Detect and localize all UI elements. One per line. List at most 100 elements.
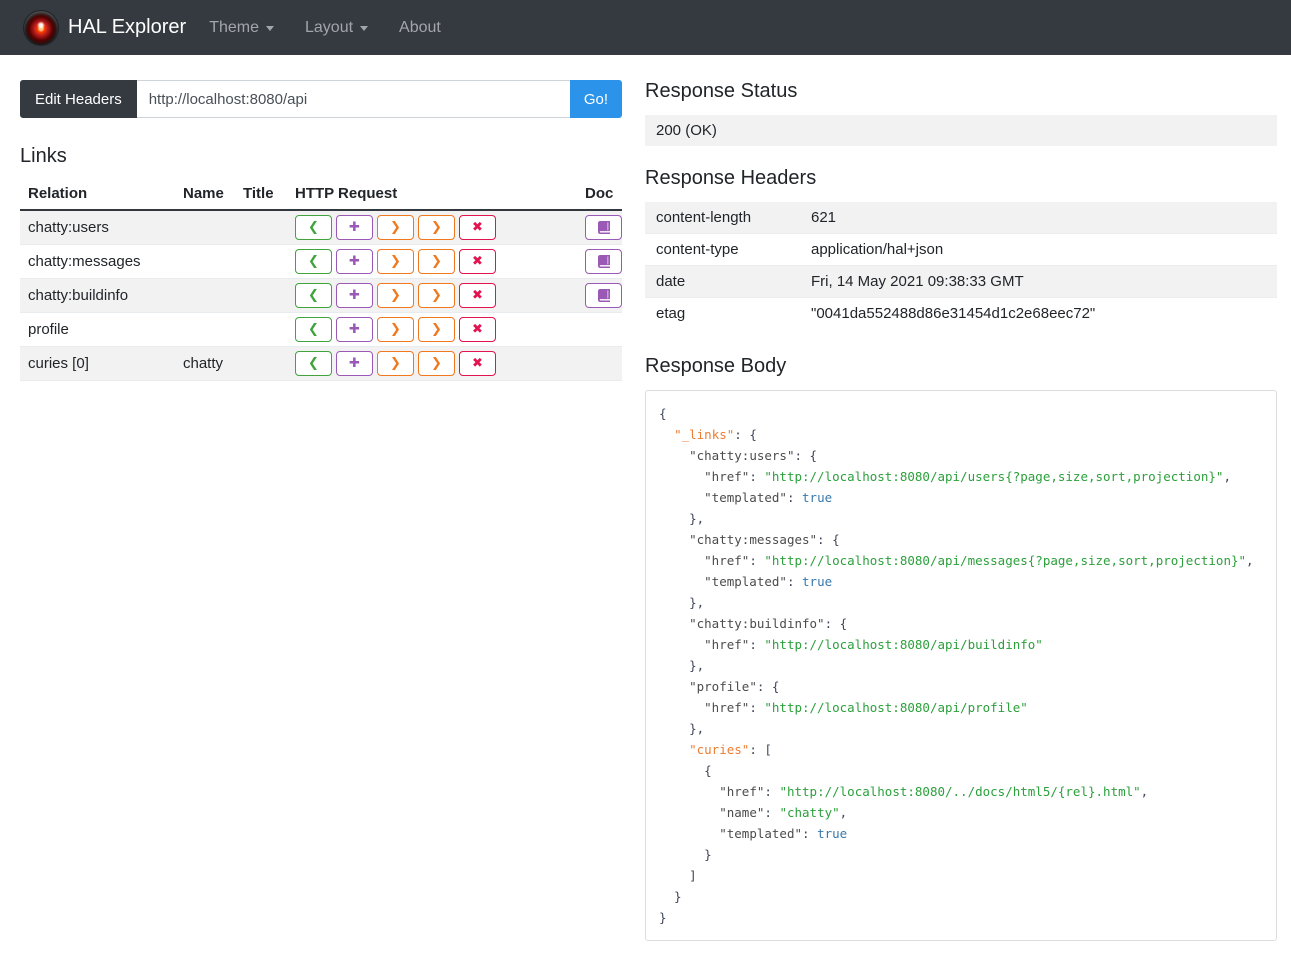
title-cell xyxy=(235,313,287,347)
app-title: HAL Explorer xyxy=(68,16,187,38)
patch-button[interactable]: ❯ xyxy=(418,283,455,308)
post-button[interactable]: ✚ xyxy=(336,351,373,376)
url-input[interactable] xyxy=(136,80,570,118)
links-heading: Links xyxy=(20,145,67,167)
name-cell xyxy=(175,279,235,313)
column-http-request: HTTP Request xyxy=(287,178,577,211)
relation-cell: chatty:users xyxy=(28,219,109,236)
title-cell xyxy=(235,279,287,313)
link-row: chatty:buildinfo ❮ ✚ ❯ ❯ ✖ xyxy=(20,278,622,313)
response-body-box: { "_links": { "chatty:users": { "href": … xyxy=(645,390,1277,941)
title-cell xyxy=(235,210,287,245)
app-brand[interactable]: HAL Explorer xyxy=(24,10,187,45)
header-value: 621 xyxy=(811,209,837,226)
doc-cell xyxy=(577,245,622,279)
nav-item-theme[interactable]: Theme xyxy=(209,19,274,37)
response-header-row: date Fri, 14 May 2021 09:38:33 GMT xyxy=(645,265,1277,298)
post-button[interactable]: ✚ xyxy=(336,215,373,240)
header-key: etag xyxy=(656,305,686,322)
link-row: chatty:users ❮ ✚ ❯ ❯ ✖ xyxy=(20,210,622,245)
response-header-row: etag "0041da552488d86e31454d1c2e68eec72" xyxy=(645,297,1277,330)
header-value: application/hal+json xyxy=(811,241,944,258)
doc-button[interactable] xyxy=(585,249,622,274)
navbar: HAL Explorer Theme Layout About xyxy=(0,0,1291,55)
response-panel: Response Status 200 (OK) Response Header… xyxy=(645,80,1277,941)
post-button[interactable]: ✚ xyxy=(336,317,373,342)
response-status-heading: Response Status xyxy=(645,80,798,102)
get-button[interactable]: ❮ xyxy=(295,317,332,342)
title-cell xyxy=(235,245,287,279)
get-button[interactable]: ❮ xyxy=(295,215,332,240)
hal-eye-icon xyxy=(24,10,58,45)
request-bar: Edit Headers Go! xyxy=(20,80,622,118)
http-request-cell: ❮ ✚ ❯ ❯ ✖ xyxy=(287,210,577,245)
request-and-links-panel: Edit Headers Go! Links Relation Name Tit… xyxy=(20,80,622,381)
http-request-cell: ❮ ✚ ❯ ❯ ✖ xyxy=(287,347,577,381)
patch-button[interactable]: ❯ xyxy=(418,351,455,376)
put-button[interactable]: ❯ xyxy=(377,249,414,274)
patch-button[interactable]: ❯ xyxy=(418,317,455,342)
navbar-menu: Theme Layout About xyxy=(209,19,441,37)
patch-button[interactable]: ❯ xyxy=(418,249,455,274)
post-button[interactable]: ✚ xyxy=(336,249,373,274)
http-request-cell: ❮ ✚ ❯ ❯ ✖ xyxy=(287,313,577,347)
relation-cell: chatty:messages xyxy=(28,253,141,270)
link-row: chatty:messages ❮ ✚ ❯ ❯ ✖ xyxy=(20,244,622,279)
response-header-row: content-type application/hal+json xyxy=(645,233,1277,266)
patch-button[interactable]: ❯ xyxy=(418,215,455,240)
delete-button[interactable]: ✖ xyxy=(459,351,496,376)
relation-cell: chatty:buildinfo xyxy=(28,287,129,304)
put-button[interactable]: ❯ xyxy=(377,351,414,376)
doc-cell xyxy=(577,313,622,347)
response-status-row: 200 (OK) xyxy=(645,115,1277,146)
doc-cell xyxy=(577,210,622,245)
column-doc: Doc xyxy=(577,178,622,211)
put-button[interactable]: ❯ xyxy=(377,215,414,240)
links-table-header-row: Relation Name Title HTTP Request Doc xyxy=(20,178,622,211)
header-key: date xyxy=(656,273,686,290)
get-button[interactable]: ❮ xyxy=(295,249,332,274)
response-body-heading: Response Body xyxy=(645,355,787,377)
link-row: curies [0] chatty ❮ ✚ ❯ ❯ ✖ xyxy=(20,346,622,381)
title-cell xyxy=(235,347,287,381)
response-headers-table: content-length 621 content-type application… xyxy=(645,202,1277,329)
name-cell xyxy=(175,245,235,279)
get-button[interactable]: ❮ xyxy=(295,351,332,376)
doc-book-icon xyxy=(597,289,610,302)
name-cell: chatty xyxy=(183,355,224,372)
header-key: content-type xyxy=(656,241,739,258)
doc-cell xyxy=(577,279,622,313)
doc-button[interactable] xyxy=(585,283,622,308)
delete-button[interactable]: ✖ xyxy=(459,249,496,274)
delete-button[interactable]: ✖ xyxy=(459,317,496,342)
delete-button[interactable]: ✖ xyxy=(459,283,496,308)
get-button[interactable]: ❮ xyxy=(295,283,332,308)
put-button[interactable]: ❯ xyxy=(377,283,414,308)
response-status-value: 200 (OK) xyxy=(645,115,1277,146)
main-content: Edit Headers Go! Links Relation Name Tit… xyxy=(0,55,1291,961)
response-body-json: { "_links": { "chatty:users": { "href": … xyxy=(659,406,1254,925)
http-request-cell: ❮ ✚ ❯ ❯ ✖ xyxy=(287,245,577,279)
name-cell xyxy=(175,210,235,245)
put-button[interactable]: ❯ xyxy=(377,317,414,342)
nav-item-layout[interactable]: Layout xyxy=(305,19,369,37)
nav-item-about[interactable]: About xyxy=(399,19,441,37)
go-button[interactable]: Go! xyxy=(569,80,622,118)
relation-cell: profile xyxy=(28,321,69,338)
header-value: "0041da552488d86e31454d1c2e68eec72" xyxy=(811,305,1096,322)
doc-button[interactable] xyxy=(585,215,622,240)
delete-button[interactable]: ✖ xyxy=(459,215,496,240)
caret-down-icon xyxy=(266,26,274,31)
column-relation: Relation xyxy=(20,178,175,211)
name-cell xyxy=(175,313,235,347)
doc-book-icon xyxy=(597,255,610,268)
link-row: profile ❮ ✚ ❯ ❯ ✖ xyxy=(20,312,622,347)
edit-headers-button[interactable]: Edit Headers xyxy=(20,80,137,118)
doc-cell xyxy=(577,347,622,381)
post-button[interactable]: ✚ xyxy=(336,283,373,308)
http-request-cell: ❮ ✚ ❯ ❯ ✖ xyxy=(287,279,577,313)
header-key: content-length xyxy=(656,209,752,226)
response-header-row: content-length 621 xyxy=(645,202,1277,234)
response-headers-heading: Response Headers xyxy=(645,167,817,189)
column-title: Title xyxy=(235,178,287,211)
